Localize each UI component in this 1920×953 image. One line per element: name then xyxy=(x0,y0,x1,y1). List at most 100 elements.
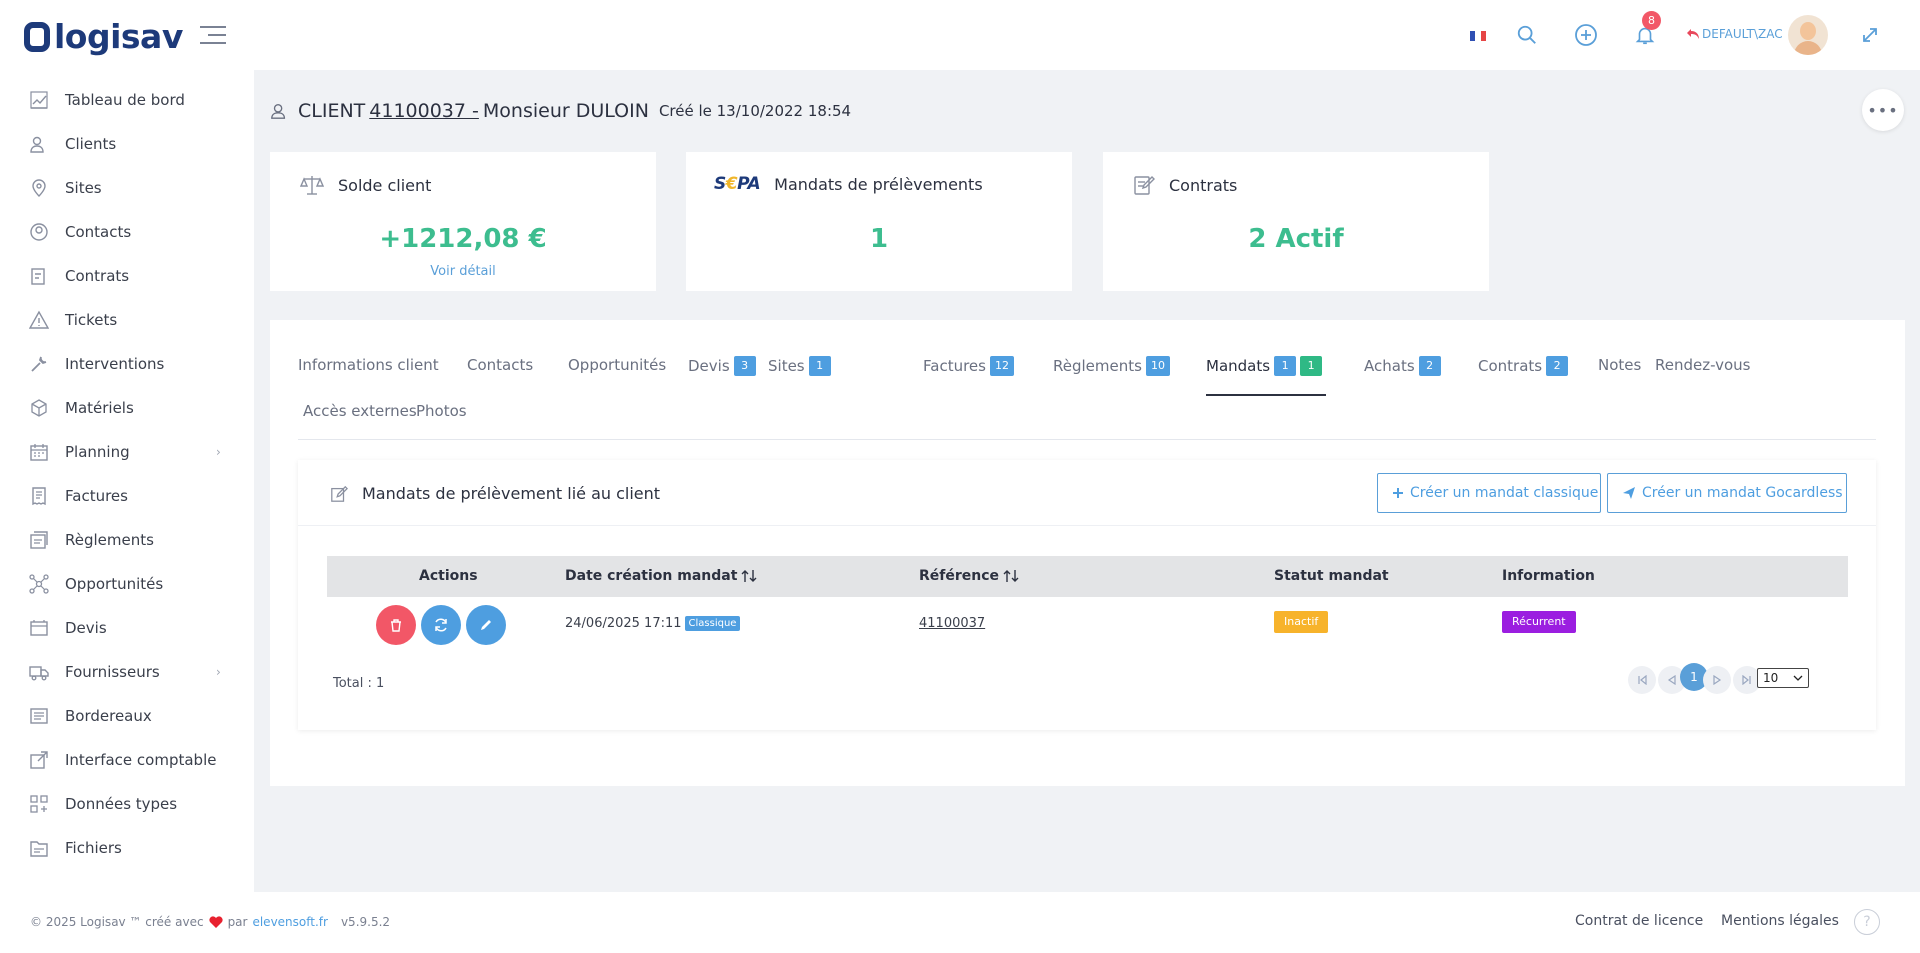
sidebar-item-label: Tableau de bord xyxy=(65,91,185,109)
help-icon[interactable]: ? xyxy=(1854,909,1880,935)
tab-mandats[interactable]: Mandats 1 1 xyxy=(1206,356,1323,376)
send-icon xyxy=(1623,487,1635,499)
sidebar-item-label: Interface comptable xyxy=(65,751,217,769)
tab-count-badge: 12 xyxy=(989,356,1014,376)
tab-rendez-vous[interactable]: Rendez-vous xyxy=(1655,356,1751,374)
tab-factures[interactable]: Factures 12 xyxy=(923,356,1014,376)
page-title: CLIENT 41100037 - Monsieur DULOIN Créé l… xyxy=(270,100,851,122)
mandates-card-title: Mandats de prélèvements xyxy=(774,174,983,194)
client-number-link[interactable]: 41100037 - xyxy=(369,100,479,122)
sidebar-item-bordereaux[interactable]: Bordereaux xyxy=(0,694,254,738)
sidebar-item-label: Bordereaux xyxy=(65,707,152,725)
balance-detail-link[interactable]: Voir détail xyxy=(270,264,656,279)
license-link[interactable]: Contrat de licence xyxy=(1575,913,1703,929)
add-circle-icon[interactable] xyxy=(1573,22,1599,48)
fullscreen-icon[interactable] xyxy=(1857,22,1883,48)
sidebar-item-donn-es-types[interactable]: Données types xyxy=(0,782,254,826)
create-gocardless-mandate-label: Créer un mandat Gocardless xyxy=(1642,485,1843,501)
first-page-button[interactable] xyxy=(1628,666,1656,694)
tab-reglements[interactable]: Règlements 10 xyxy=(1053,356,1170,376)
chart-icon xyxy=(30,91,48,109)
last-page-icon xyxy=(1742,675,1751,685)
french-flag-icon[interactable] xyxy=(1470,31,1486,41)
create-classic-mandate-button[interactable]: Créer un mandat classique xyxy=(1377,473,1601,513)
tab-count-badge: 3 xyxy=(733,356,756,376)
logo-text: logisav xyxy=(54,17,183,56)
tab-active-count-badge: 1 xyxy=(1300,356,1323,376)
user-icon xyxy=(271,104,286,119)
sidebar-item-factures[interactable]: Factures xyxy=(0,474,254,518)
sort-icon[interactable] xyxy=(741,569,757,583)
information-badge: Récurrent xyxy=(1502,611,1576,633)
tab-photos[interactable]: Photos xyxy=(416,402,467,420)
user-switch[interactable]: DEFAULT\ZAC xyxy=(1686,27,1783,41)
more-options-button[interactable]: ••• xyxy=(1862,89,1904,131)
notification-count-badge: 8 xyxy=(1642,11,1661,30)
company-link[interactable]: elevensoft.fr xyxy=(252,915,327,929)
mandate-type-tag: Classique xyxy=(684,616,741,631)
sidebar-item-mat-riels[interactable]: Matériels xyxy=(0,386,254,430)
sort-icon[interactable] xyxy=(1003,569,1019,583)
search-icon[interactable] xyxy=(1514,22,1540,48)
sidebar-item-planning[interactable]: Planning › xyxy=(0,430,254,474)
app-logo[interactable]: logisav xyxy=(24,17,183,56)
tab-devis[interactable]: Devis 3 xyxy=(688,356,756,376)
sidebar-item-r-glements[interactable]: Règlements xyxy=(0,518,254,562)
avatar[interactable] xyxy=(1788,15,1828,55)
sidebar-item-label: Factures xyxy=(65,487,128,505)
tab-informations-client[interactable]: Informations client xyxy=(298,356,439,374)
sidebar-item-fournisseurs[interactable]: Fournisseurs › xyxy=(0,650,254,694)
page-size-select[interactable]: 10 xyxy=(1757,668,1809,688)
menu-toggle-icon[interactable] xyxy=(200,26,226,50)
tab-acces-externes[interactable]: Accès externes xyxy=(303,402,417,420)
page-size-value: 10 xyxy=(1763,671,1779,685)
tab-label: Sites xyxy=(768,357,805,375)
col-date[interactable]: Date création mandat xyxy=(565,568,757,584)
legal-link[interactable]: Mentions légales xyxy=(1721,913,1839,929)
tab-label: Informations client xyxy=(298,356,439,374)
tab-opportunites[interactable]: Opportunités xyxy=(568,356,666,374)
col-reference[interactable]: Référence xyxy=(919,568,1019,584)
chevron-down-icon xyxy=(1793,675,1803,681)
sidebar-item-interface-comptable[interactable]: Interface comptable xyxy=(0,738,254,782)
tab-label: Mandats xyxy=(1206,357,1271,375)
tab-contrats[interactable]: Contrats 2 xyxy=(1478,356,1569,376)
sidebar-item-tableau-de-bord[interactable]: Tableau de bord xyxy=(0,78,254,122)
sidebar-item-fichiers[interactable]: Fichiers xyxy=(0,826,254,870)
delete-button[interactable] xyxy=(376,605,416,645)
folder-icon xyxy=(30,841,48,857)
sidebar-item-interventions[interactable]: Interventions xyxy=(0,342,254,386)
created-date: Créé le 13/10/2022 18:54 xyxy=(658,102,852,120)
tab-label: Contacts xyxy=(467,356,534,374)
contract-edit-icon xyxy=(1134,176,1155,195)
sepa-logo: S€PA xyxy=(714,174,761,194)
tab-sites[interactable]: Sites 1 xyxy=(768,356,831,376)
create-gocardless-mandate-button[interactable]: Créer un mandat Gocardless xyxy=(1607,473,1847,513)
users-icon xyxy=(30,136,44,153)
logo-mark-icon xyxy=(24,21,50,52)
mandate-date: 24/06/2025 17:11 xyxy=(565,616,682,631)
sidebar-item-tickets[interactable]: Tickets xyxy=(0,298,254,342)
map-pin-icon xyxy=(32,179,46,197)
next-page-button[interactable] xyxy=(1703,666,1731,694)
tab-count-badge: 10 xyxy=(1145,356,1170,376)
active-tab-indicator xyxy=(1206,394,1326,396)
edit-button[interactable] xyxy=(466,605,506,645)
mandate-reference-link[interactable]: 41100037 xyxy=(919,616,985,631)
sidebar-item-clients[interactable]: Clients xyxy=(0,122,254,166)
sidebar-item-contrats[interactable]: Contrats xyxy=(0,254,254,298)
tab-notes[interactable]: Notes xyxy=(1598,356,1641,374)
quote-icon xyxy=(30,620,48,636)
sidebar-item-devis[interactable]: Devis xyxy=(0,606,254,650)
sidebar-item-sites[interactable]: Sites xyxy=(0,166,254,210)
version-text: v5.9.5.2 xyxy=(340,915,391,929)
refresh-button[interactable] xyxy=(421,605,461,645)
table-row: 24/06/2025 17:11 Classique 41100037 Inac… xyxy=(327,597,1848,653)
sidebar-item-opportunit-s[interactable]: Opportunités xyxy=(0,562,254,606)
sidebar-item-label: Interventions xyxy=(65,355,165,373)
tab-contacts[interactable]: Contacts xyxy=(467,356,533,374)
sidebar-item-label: Devis xyxy=(65,619,107,637)
tab-achats[interactable]: Achats 2 xyxy=(1364,356,1441,376)
sidebar-item-contacts[interactable]: Contacts xyxy=(0,210,254,254)
footer: © 2025 Logisav ™ créé avec par elevensof… xyxy=(0,892,1920,953)
